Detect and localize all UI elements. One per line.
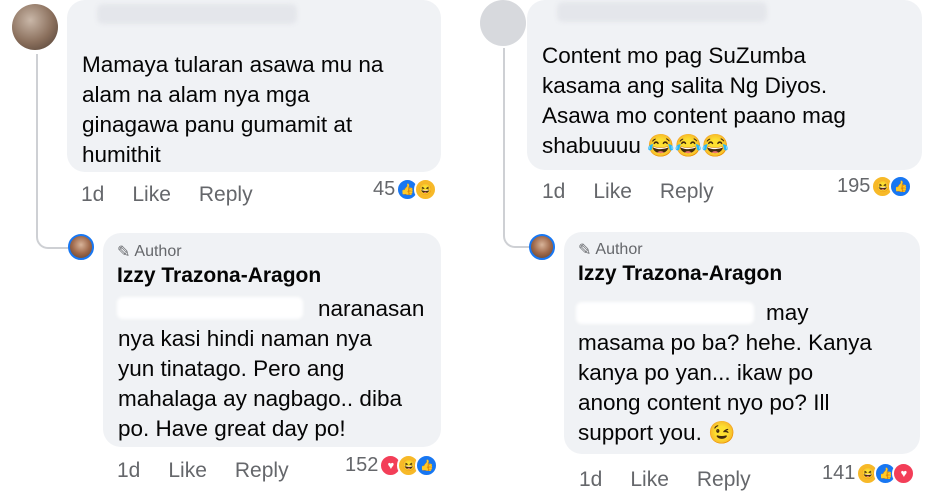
reply-button[interactable]: Reply <box>235 459 289 483</box>
author-name[interactable]: Izzy Trazona-Aragon <box>578 262 782 286</box>
commenter-avatar[interactable] <box>12 4 58 50</box>
reaction-count: 45 <box>373 178 396 200</box>
reply-line: mahalaga ay nagbago.. diba <box>118 386 402 411</box>
comment-line: alam na alam nya mga <box>82 82 310 107</box>
author-header: ✎ Author Izzy Trazona-Aragon <box>117 242 321 288</box>
author-header: ✎ Author Izzy Trazona-Aragon <box>578 240 782 286</box>
redacted-commenter-name <box>97 4 297 24</box>
reply-actions: 1d Like Reply <box>579 468 751 492</box>
reply-button[interactable]: Reply <box>660 180 714 204</box>
comment-bubble: Mamaya tularan asawa mu na alam na alam … <box>67 0 441 172</box>
reply-bubble: ✎ Author Izzy Trazona-Aragon may masama … <box>564 232 920 454</box>
thread-line <box>503 48 505 228</box>
comment-text: Mamaya tularan asawa mu na alam na alam … <box>82 50 383 170</box>
comment-time[interactable]: 1d <box>542 180 565 204</box>
reaction-summary[interactable]: 45 👍 😆 <box>373 178 438 201</box>
reply-line: kanya po yan... ikaw po <box>578 360 814 385</box>
reply-line: masama po ba? hehe. Kanya <box>578 330 872 355</box>
redacted-commenter-name <box>557 2 767 22</box>
comment-bubble: Content mo pag SuZumba kasama ang salita… <box>527 0 922 170</box>
author-badge-label: Author <box>134 243 182 260</box>
reply-line: naranasan <box>318 296 425 321</box>
reply-time[interactable]: 1d <box>579 468 602 492</box>
comment-actions: 1d Like Reply <box>81 183 253 207</box>
winking-emoji: 😉 <box>708 420 736 445</box>
reply-line-text: support you. <box>578 420 702 445</box>
heart-reaction-icon: ♥ <box>892 462 916 485</box>
reaction-count: 195 <box>837 175 871 197</box>
reaction-summary[interactable]: 152 ♥ 😆 👍 <box>345 454 439 477</box>
author-badge-label: Author <box>595 241 643 258</box>
pencil-icon: ✎ <box>117 244 131 261</box>
author-badge: ✎ Author <box>117 242 321 262</box>
reply-button[interactable]: Reply <box>199 183 253 207</box>
reaction-count: 141 <box>822 462 856 484</box>
reply-line: anong content nyo po? Ill <box>578 390 830 415</box>
author-avatar[interactable] <box>68 234 94 260</box>
haha-reaction-icon: 😆 <box>414 178 438 201</box>
like-button[interactable]: Like <box>630 468 669 492</box>
reply-line: po. Have great day po! <box>118 416 346 441</box>
like-button[interactable]: Like <box>168 459 207 483</box>
reply-text: may masama po ba? hehe. Kanya kanya po y… <box>578 298 872 448</box>
comment-time[interactable]: 1d <box>81 183 104 207</box>
reply-text: naranasan nya kasi hindi naman nya yun t… <box>118 294 424 444</box>
author-badge: ✎ Author <box>578 240 782 260</box>
comment-line: Content mo pag SuZumba <box>542 43 806 68</box>
comment-line: Asawa mo content paano mag <box>542 103 846 128</box>
reply-button[interactable]: Reply <box>697 468 751 492</box>
comment-line-text: shabuuuu <box>542 133 641 158</box>
reply-actions: 1d Like Reply <box>117 459 289 483</box>
reply-line: yun tinatago. Pero ang <box>118 356 345 381</box>
reaction-summary[interactable]: 195 😆 👍 <box>837 175 913 198</box>
comment-line: shabuuuu 😂😂😂 <box>542 131 846 161</box>
reply-line: may <box>766 300 809 325</box>
comment-line: ginagawa panu gumamit at <box>82 112 353 137</box>
commenter-avatar[interactable] <box>480 0 526 46</box>
like-reaction-icon: 👍 <box>889 175 913 198</box>
comment-line: humithit <box>82 142 161 167</box>
reaction-count: 152 <box>345 454 379 476</box>
like-button[interactable]: Like <box>593 180 632 204</box>
like-reaction-icon: 👍 <box>415 454 439 477</box>
thread-line <box>36 54 38 234</box>
author-name[interactable]: Izzy Trazona-Aragon <box>117 264 321 288</box>
comment-actions: 1d Like Reply <box>542 180 714 204</box>
thread-connector <box>36 215 68 249</box>
author-avatar[interactable] <box>529 234 555 260</box>
pencil-icon: ✎ <box>578 242 592 259</box>
right-comment-panel: Content mo pag SuZumba kasama ang salita… <box>467 0 933 500</box>
reply-line: support you. 😉 <box>578 418 872 448</box>
reply-time[interactable]: 1d <box>117 459 140 483</box>
comment-line: kasama ang salita Ng Diyos. <box>542 73 828 98</box>
comment-text: Content mo pag SuZumba kasama ang salita… <box>542 41 846 161</box>
laughing-emoji: 😂😂😂 <box>647 133 730 158</box>
left-comment-panel: Mamaya tularan asawa mu na alam na alam … <box>0 0 466 500</box>
reply-bubble: ✎ Author Izzy Trazona-Aragon naranasan n… <box>103 233 441 447</box>
reply-line: nya kasi hindi naman nya <box>118 326 372 351</box>
like-button[interactable]: Like <box>132 183 171 207</box>
reaction-summary[interactable]: 141 😆 👍 ♥ <box>822 462 916 485</box>
comment-line: Mamaya tularan asawa mu na <box>82 52 384 77</box>
